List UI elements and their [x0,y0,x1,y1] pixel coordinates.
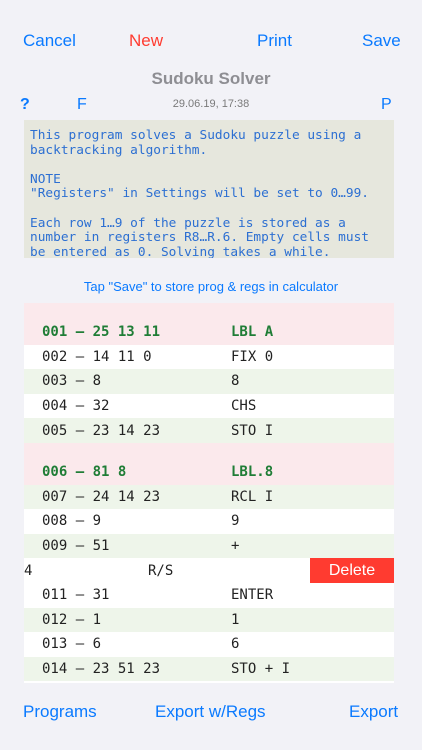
program-row[interactable]: 005 – 23 14 23 STO I [24,418,394,443]
row-mnemonic: STO I [231,422,274,439]
row-code: 4 [24,562,33,579]
row-code: 002 – 14 11 0 [42,348,152,365]
row-code: 014 – 23 51 23 [42,661,161,678]
programs-button[interactable]: Programs [23,702,97,722]
row-mnemonic: ENTER [231,587,274,604]
program-row[interactable]: 011 – 31 ENTER [24,583,394,608]
row-mnemonic: FIX 0 [231,348,274,365]
program-title: Sudoku Solver [151,69,271,88]
row-code: 001 – 25 13 11 [42,324,161,341]
row-code: 004 – 32 [42,398,110,415]
row-mnemonic: 6 [231,636,240,653]
row-mnemonic: 9 [231,513,240,530]
save-hint: Tap "Save" to store prog & regs in calcu… [83,279,339,294]
export-button[interactable]: Export [349,702,398,722]
program-row[interactable]: 009 – 51 + [24,533,394,559]
swiped-row[interactable]: 4 R/S Delete [24,558,394,583]
row-code: 003 – 8 [42,373,102,390]
row-code: 007 – 24 14 23 [42,488,161,505]
row-mnemonic: RCL I [231,488,274,505]
new-button[interactable]: New [129,31,163,51]
row-mnemonic: + [231,538,240,555]
program-row[interactable]: 013 – 6 6 [24,632,394,657]
top-toolbar: Cancel New Print Save [0,0,422,70]
description-box[interactable]: This program solves a Sudoku puzzle usin… [24,120,394,258]
row-mnemonic: STO + I [231,661,291,678]
label-row[interactable]: 001 – 25 13 11 LBL A [24,320,394,345]
program-row[interactable]: 007 – 24 14 23 RCL I [24,484,394,510]
row-code: 012 – 1 [42,611,102,628]
label-row[interactable]: 006 – 81 8 LBL.8 [24,459,394,485]
export-with-regs-button[interactable]: Export w/Regs [155,702,266,722]
save-button[interactable]: Save [362,31,401,51]
delete-button[interactable]: Delete [310,558,394,583]
row-mnemonic: LBL.8 [231,464,274,481]
row-code: 006 – 81 8 [42,464,127,481]
row-code: 011 – 31 [42,587,110,604]
row-code: 009 – 51 [42,538,110,555]
cancel-button[interactable]: Cancel [23,31,76,51]
program-row[interactable]: 008 – 9 9 [24,509,394,534]
bottom-toolbar: Programs Export w/Regs Export [0,690,422,750]
row-code: 005 – 23 14 23 [42,422,161,439]
print-button[interactable]: Print [257,31,292,51]
p-button[interactable]: P [381,96,392,114]
row-mnemonic: 8 [231,373,240,390]
row-mnemonic: LBL A [231,324,274,341]
program-row[interactable]: 012 – 1 1 [24,607,394,633]
program-date: 29.06.19, 17:38 [172,98,250,110]
program-row[interactable]: 015 – 31 [24,681,394,683]
row-code: 008 – 9 [42,513,102,530]
row-mnemonic: CHS [231,398,257,415]
label-spacer [24,303,394,320]
program-meta: ? F 29.06.19, 17:38 P [0,96,422,116]
program-row[interactable]: 003 – 8 8 [24,369,394,394]
row-mnemonic: 1 [231,611,240,628]
description-text: This program solves a Sudoku puzzle usin… [30,128,369,258]
program-row[interactable]: 004 – 32 CHS [24,394,394,419]
program-listing[interactable]: 001 – 25 13 11 LBL A 002 – 14 11 0 FIX 0 003… [24,303,394,683]
row-mnemonic: R/S [148,562,174,579]
row-code: 013 – 6 [42,636,102,653]
label-spacer [24,442,394,460]
program-row[interactable]: 014 – 23 51 23 STO + I [24,656,394,682]
program-row[interactable]: 002 – 14 11 0 FIX 0 [24,345,394,370]
